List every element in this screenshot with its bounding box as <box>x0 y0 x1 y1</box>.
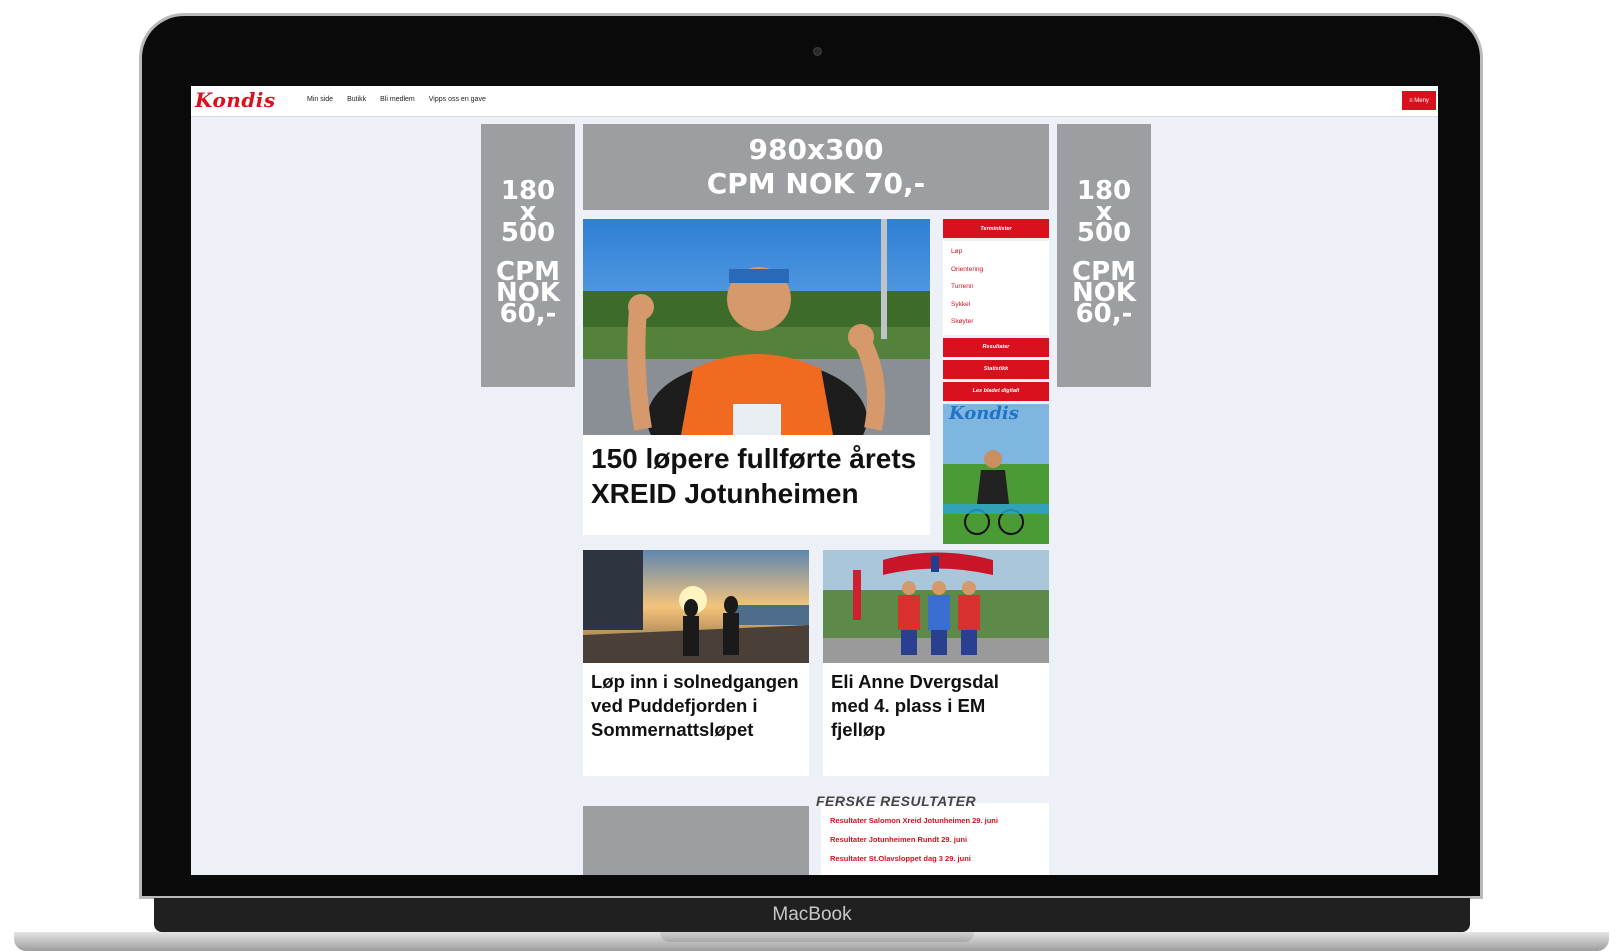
category-orientering[interactable]: Orientering <box>951 261 1041 279</box>
nav-butikk[interactable]: Butikk <box>347 96 366 103</box>
laptop-chin: MacBook <box>154 898 1470 932</box>
result-link[interactable]: Resultater Jotunheimen Rundt 29. juni <box>821 830 1049 849</box>
category-skoyter[interactable]: Skøyter <box>951 313 1041 331</box>
result-link[interactable]: Resultater Salomon Xreid Jotunheimen 29.… <box>821 811 1049 830</box>
magazine-logo: Kondis <box>949 403 1019 424</box>
results-heading: FERSKE RESULTATER <box>816 793 977 809</box>
category-sykkel[interactable]: Sykkel <box>951 296 1041 314</box>
laptop-notch <box>660 932 974 942</box>
site-logo[interactable]: Kondis <box>195 88 276 112</box>
device-label: MacBook <box>772 904 852 925</box>
article-card[interactable]: Eli Anne Dvergsdal med 4. plass i EM fje… <box>823 550 1049 776</box>
ad-right-skyscraper[interactable]: 180 x 500 CPM NOK 60,- <box>1057 124 1151 387</box>
ad-left-size: 180 x 500 <box>500 176 556 248</box>
article-title: Løp inn i solnedgangen ved Puddefjorden … <box>591 671 799 740</box>
hero-headline[interactable]: 150 løpere fullførte årets XREID Jotunhe… <box>583 435 930 535</box>
category-turrenn[interactable]: Turrenn <box>951 278 1041 296</box>
article-image <box>583 550 809 663</box>
result-link[interactable]: Resultater St.Olavsloppet dag 3 29. juni <box>821 849 1049 868</box>
nav-bli-medlem[interactable]: Bli medlem <box>380 96 415 103</box>
category-lop[interactable]: Løp <box>951 243 1041 261</box>
nav-vipps[interactable]: Vipps oss en gave <box>429 96 486 103</box>
magazine-cover[interactable]: Kondis <box>943 403 1049 544</box>
resultater-button[interactable]: Resultater <box>943 337 1049 357</box>
sidebar: Terminlister Løp Orientering Turrenn Syk… <box>943 219 1049 544</box>
nav-min-side[interactable]: Min side <box>307 96 333 103</box>
ad-top-price: CPM NOK 70,- <box>706 167 926 200</box>
results-list: Resultater Salomon Xreid Jotunheimen 29.… <box>821 803 1049 875</box>
statistikk-button[interactable]: Statistikk <box>943 359 1049 379</box>
camera-icon <box>813 47 822 56</box>
ad-top-size: 980x300 <box>748 133 884 166</box>
browser-screen: Kondis Min side Butikk Bli medlem Vipps … <box>191 86 1438 875</box>
ad-left-skyscraper[interactable]: 180 x 500 CPM NOK 60,- <box>481 124 575 387</box>
les-bladet-button[interactable]: Les bladet digitalt <box>943 381 1049 401</box>
menu-button[interactable]: ≡ Meny <box>1402 91 1436 110</box>
ad-bottom-box[interactable]: 468x400 <box>583 806 809 875</box>
site-header: Kondis Min side Butikk Bli medlem Vipps … <box>191 86 1438 117</box>
article-card[interactable]: Løp inn i solnedgangen ved Puddefjorden … <box>583 550 809 776</box>
article-image <box>823 550 1049 663</box>
ad-left-price: CPM NOK 60,- <box>495 257 560 329</box>
ad-top-banner[interactable]: 980x300 CPM NOK 70,- <box>583 124 1049 210</box>
ad-right-price: CPM NOK 60,- <box>1071 257 1136 329</box>
article-title: Eli Anne Dvergsdal med 4. plass i EM fje… <box>831 671 999 740</box>
ad-right-size: 180 x 500 <box>1076 176 1132 248</box>
hero-image[interactable] <box>583 219 930 435</box>
terminlister-button[interactable]: Terminlister <box>943 219 1049 238</box>
main-nav: Min side Butikk Bli medlem Vipps oss en … <box>307 96 486 103</box>
category-list: Løp Orientering Turrenn Sykkel Skøyter <box>943 241 1049 335</box>
